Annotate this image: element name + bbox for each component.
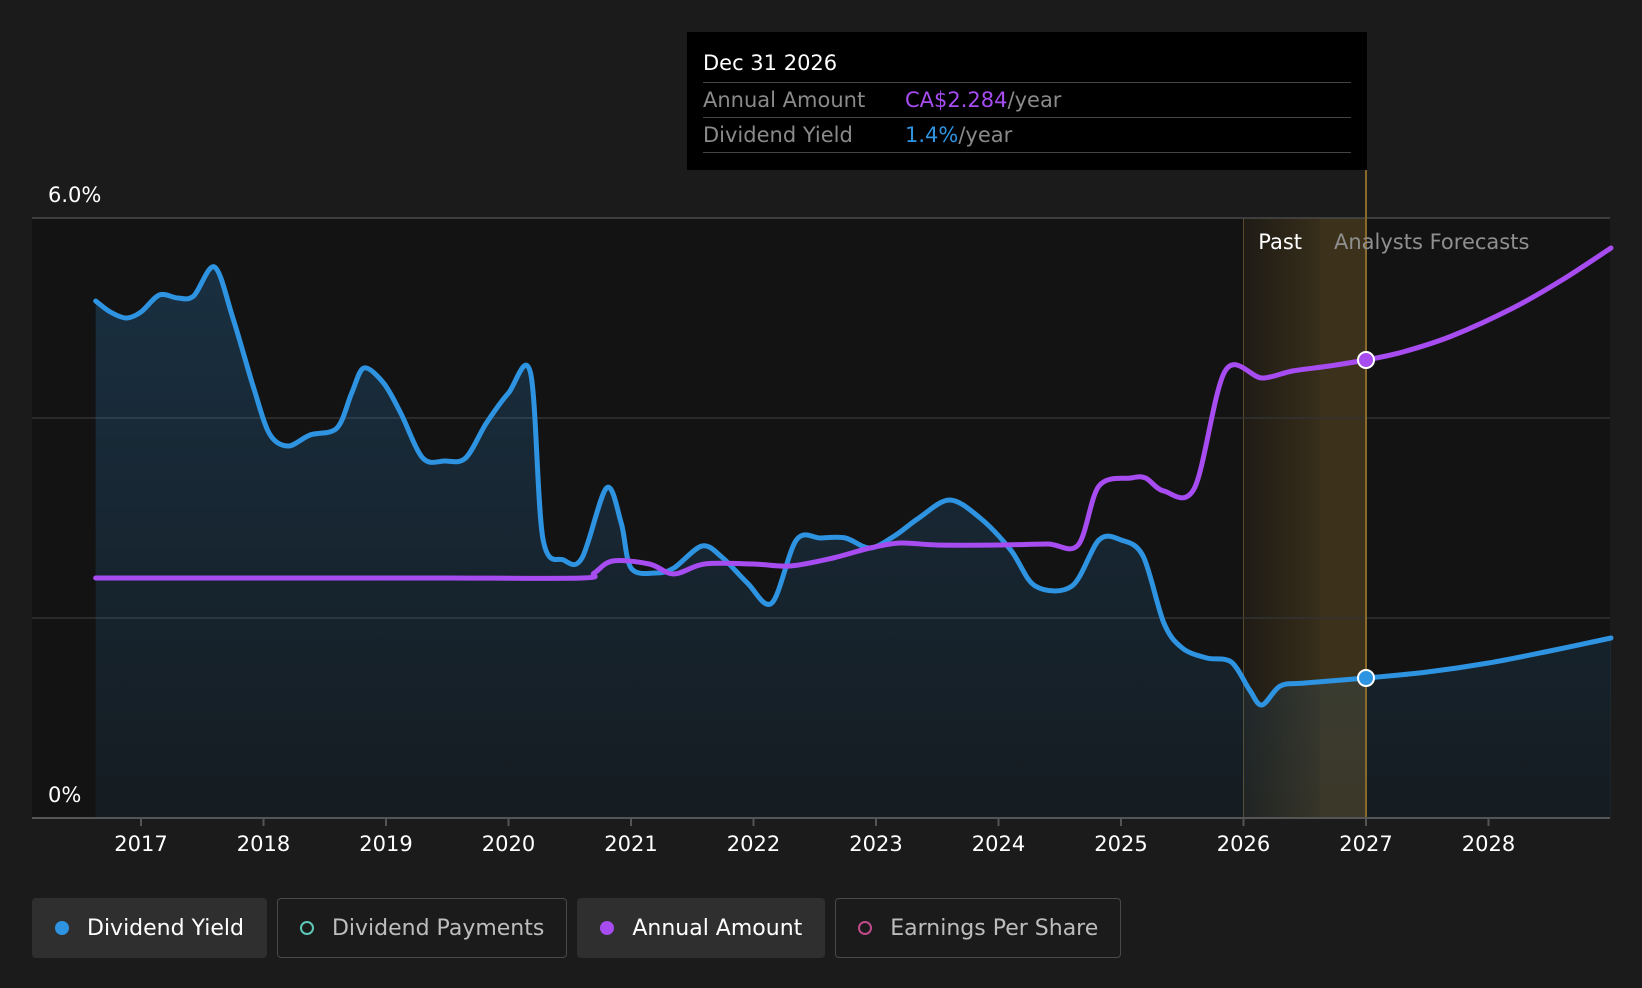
x-tick-label: 2020 <box>482 832 535 856</box>
analysts-forecasts-label: Analysts Forecasts <box>1334 230 1529 254</box>
legend-earnings-per-share[interactable]: Earnings Per Share <box>835 898 1122 958</box>
x-tick-label: 2017 <box>114 832 167 856</box>
legend-label: Earnings Per Share <box>890 915 1099 941</box>
tooltip-value: 1.4% <box>905 123 959 147</box>
x-tick-label: 2025 <box>1094 832 1147 856</box>
tooltip-date: Dec 31 2026 <box>703 48 1351 83</box>
x-tick-label: 2027 <box>1339 832 1392 856</box>
legend-dividend-payments[interactable]: Dividend Payments <box>276 898 568 958</box>
legend-label: Annual Amount <box>632 915 803 941</box>
hollow-dot-icon <box>858 921 873 935</box>
x-tick-label: 2026 <box>1217 832 1270 856</box>
tooltip-label: Annual Amount <box>703 88 866 112</box>
tooltip-row-dividend-yield: Dividend Yield 1.4% /year <box>703 118 1351 153</box>
x-tick-label: 2021 <box>604 832 657 856</box>
tooltip-value: CA$2.284 <box>905 88 1008 112</box>
filled-dot-icon <box>600 921 615 935</box>
past-label: Past <box>1258 230 1302 254</box>
legend-label: Dividend Payments <box>331 915 545 941</box>
legend-annual-amount[interactable]: Annual Amount <box>577 898 826 958</box>
x-tick-label: 2018 <box>237 832 290 856</box>
tooltip: Dec 31 2026 Annual Amount CA$2.284 /year… <box>687 32 1367 170</box>
x-tick-label: 2028 <box>1462 832 1515 856</box>
tooltip-label: Dividend Yield <box>703 123 853 147</box>
x-tick-label: 2024 <box>972 832 1025 856</box>
dividend-yield-marker[interactable] <box>1357 669 1375 687</box>
tooltip-unit: /year <box>958 123 1013 147</box>
filled-dot-icon <box>55 921 69 935</box>
x-axis-ticks: 2017 2018 2019 2020 2021 2022 2023 2024 2025 2026… <box>114 818 1515 856</box>
x-tick-label: 2019 <box>359 832 412 856</box>
x-tick-label: 2022 <box>727 832 780 856</box>
tooltip-unit: /year <box>1007 88 1062 112</box>
tooltip-row-annual-amount: Annual Amount CA$2.284 /year <box>703 83 1351 118</box>
legend-dividend-yield[interactable]: Dividend Yield <box>32 898 267 958</box>
x-tick-label: 2023 <box>849 832 902 856</box>
legend-label: Dividend Yield <box>87 915 244 941</box>
annual-amount-marker[interactable] <box>1357 351 1375 369</box>
hollow-dot-icon <box>299 921 314 935</box>
y-axis-max-label: 6.0% <box>48 183 101 207</box>
y-axis-min-label: 0% <box>48 783 81 807</box>
legend: Dividend Yield Dividend Payments Annual … <box>32 898 1122 958</box>
